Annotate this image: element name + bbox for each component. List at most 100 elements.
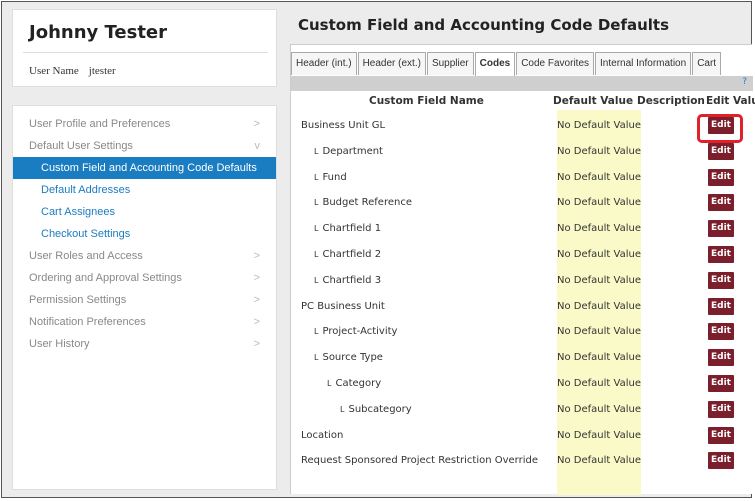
nav-checkout-settings[interactable]: Checkout Settings (13, 223, 276, 245)
nav-label: Checkout Settings (41, 228, 131, 240)
help-icon[interactable]: ? (742, 77, 747, 87)
field-label: PC Business Unit (301, 300, 385, 312)
field-label: Location (301, 429, 344, 441)
nav-default-user-settings[interactable]: Default User Settings v (13, 135, 276, 157)
field-label: Chartfield 3 (322, 274, 382, 286)
chevron-right-icon: > (253, 272, 260, 284)
custom-field-name: L Category (327, 378, 381, 389)
edit-button[interactable]: Edit (708, 168, 734, 186)
tab-bar: Header (int.) Header (ext.) Supplier Codes C… (291, 52, 722, 76)
nav-permission-settings[interactable]: Permission Settings > (13, 289, 276, 311)
table-row: PC Business Unit No Default Value Edit (291, 294, 753, 319)
tab-internal-information[interactable]: Internal Information (595, 52, 692, 75)
tree-branch-icon: L (314, 275, 319, 285)
default-value: No Default Value (557, 274, 641, 286)
field-label: Project-Activity (322, 326, 398, 338)
col-header-default: Default Value (553, 95, 634, 107)
col-header-name: Custom Field Name (369, 95, 484, 107)
custom-field-name: L Chartfield 2 (314, 249, 381, 260)
tree-branch-icon: L (327, 379, 332, 388)
custom-field-name: L Chartfield 1 (314, 223, 381, 234)
tab-header-ext[interactable]: Header (ext.) (357, 52, 426, 75)
table-row: L Subcategory No Default Value Edit (291, 397, 753, 422)
nav-label: Permission Settings (29, 294, 127, 306)
field-label: Category (335, 378, 382, 389)
nav-label: Notification Preferences (29, 316, 146, 328)
custom-field-name: Location (301, 430, 343, 441)
edit-button[interactable]: Edit (708, 426, 734, 444)
field-label: Request Sponsored Project Restriction Ov… (301, 455, 539, 467)
nav-default-addresses[interactable]: Default Addresses (13, 179, 276, 201)
table-row: L Chartfield 2 No Default Value Edit (291, 242, 753, 267)
table-header: Custom Field Name Default Value Descript… (291, 92, 755, 110)
nav-label: User Profile and Preferences (29, 118, 171, 130)
tree-branch-icon: L (314, 250, 319, 259)
custom-field-name: L Budget Reference (314, 197, 412, 208)
chevron-right-icon: > (253, 338, 260, 350)
table-row: L Fund No Default Value Edit (291, 165, 753, 190)
chevron-right-icon: > (253, 316, 260, 328)
nav-label: Ordering and Approval Settings (29, 272, 182, 284)
field-label: Business Unit GL (301, 120, 386, 131)
table-row: L Chartfield 3 No Default Value Edit (291, 268, 753, 293)
custom-field-name: L Project-Activity (314, 326, 397, 337)
table-row: Location No Default Value Edit (291, 423, 753, 448)
table-row: L Source Type No Default Value Edit (291, 345, 753, 370)
tab-supplier[interactable]: Supplier (426, 52, 474, 75)
field-label: Budget Reference (322, 197, 412, 209)
nav-label: Cart Assignees (41, 206, 115, 218)
custom-field-name: L Subcategory (340, 404, 412, 415)
default-value: No Default Value (557, 249, 641, 260)
tab-cart[interactable]: Cart (692, 52, 722, 75)
nav-user-profile[interactable]: User Profile and Preferences > (13, 113, 276, 135)
username-row: User Name jtester (29, 65, 116, 77)
divider (23, 52, 268, 53)
edit-button[interactable]: Edit (708, 220, 734, 238)
edit-button[interactable]: Edit (708, 452, 734, 470)
edit-button[interactable]: Edit (708, 142, 734, 160)
nav-notification-preferences[interactable]: Notification Preferences > (13, 311, 276, 333)
nav-user-history[interactable]: User History > (13, 333, 276, 355)
tab-code-favorites[interactable]: Code Favorites (516, 52, 595, 75)
edit-button[interactable]: Edit (708, 323, 734, 341)
edit-button[interactable]: Edit (708, 297, 734, 315)
custom-field-name: Request Sponsored Project Restriction Ov… (301, 455, 538, 466)
field-label: Chartfield 1 (322, 223, 382, 235)
tree-branch-icon: L (314, 172, 319, 182)
edit-button[interactable]: Edit (708, 349, 734, 367)
tab-header-int[interactable]: Header (int.) (291, 52, 357, 75)
field-label: Department (322, 145, 383, 157)
tab-codes[interactable]: Codes (474, 52, 516, 76)
custom-field-name: PC Business Unit (301, 301, 385, 312)
tree-branch-icon: L (314, 353, 319, 363)
default-value: No Default Value (557, 429, 641, 441)
nav-user-roles[interactable]: User Roles and Access > (13, 245, 276, 267)
chevron-right-icon: > (253, 250, 260, 262)
edit-button[interactable]: Edit (708, 194, 734, 212)
field-label: Subcategory (348, 403, 412, 415)
settings-nav: User Profile and Preferences > Default U… (12, 105, 277, 490)
edit-button[interactable]: Edit (708, 375, 734, 392)
edit-button-highlight (697, 114, 743, 143)
edit-button[interactable]: Edit (708, 271, 734, 289)
custom-field-name: L Chartfield 3 (314, 275, 381, 286)
table-row: L Project-Activity No Default Value Edit (291, 319, 753, 344)
help-bar: ? (291, 76, 753, 91)
col-header-edit: Edit Values (706, 95, 755, 107)
nav-label: User Roles and Access (29, 250, 143, 262)
default-value: No Default Value (557, 120, 641, 131)
nav-label: User History (29, 338, 90, 350)
edit-button[interactable]: Edit (708, 246, 734, 263)
nav-custom-field-defaults[interactable]: Custom Field and Accounting Code Default… (13, 157, 276, 179)
edit-button[interactable]: Edit (708, 400, 734, 418)
nav-label: Custom Field and Accounting Code Default… (41, 162, 257, 174)
custom-field-name: L Fund (314, 172, 347, 183)
nav-ordering-approval[interactable]: Ordering and Approval Settings > (13, 267, 276, 289)
chevron-right-icon: > (253, 118, 260, 130)
nav-cart-assignees[interactable]: Cart Assignees (13, 201, 276, 223)
custom-field-name: L Department (314, 146, 383, 157)
username-value: jtester (88, 65, 116, 77)
field-label: Chartfield 2 (322, 249, 382, 260)
tree-branch-icon: L (314, 224, 319, 234)
default-value: No Default Value (557, 145, 641, 157)
